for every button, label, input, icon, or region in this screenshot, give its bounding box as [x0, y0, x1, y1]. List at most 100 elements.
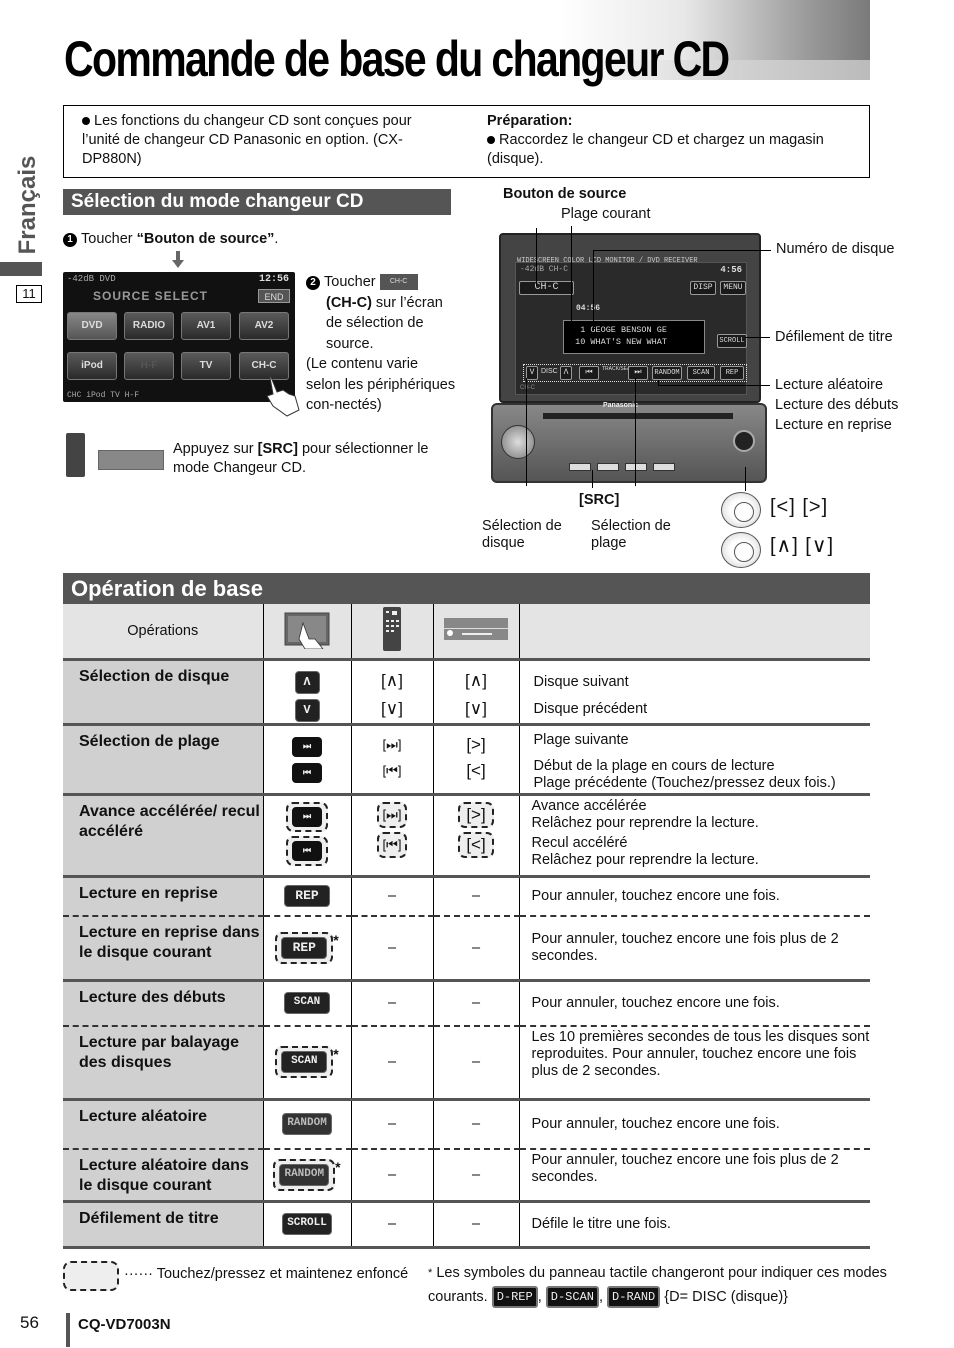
random-touch-icon: RANDOM: [279, 1163, 330, 1186]
device-menu-button[interactable]: MENU: [720, 281, 746, 295]
device-status: -42dB CH-C: [520, 265, 569, 274]
preparation-text: Raccordez le changeur CD et chargez un m…: [487, 132, 824, 167]
track-next-button[interactable]: ⏭: [628, 366, 648, 380]
leader-line: [745, 337, 770, 338]
bullet-icon: [487, 136, 495, 145]
src-hardware-button[interactable]: [569, 463, 591, 471]
hardware-button[interactable]: [625, 463, 647, 471]
header-remote: [350, 604, 433, 659]
screen-clock: 12:56: [258, 274, 289, 285]
scroll-touch-icon: SCROLL: [282, 1213, 332, 1235]
section-heading-mode: Sélection du mode changeur CD: [63, 189, 451, 215]
section-heading-operations: Opération de base: [63, 573, 870, 604]
header-head-unit: [432, 604, 519, 659]
screen-footer: CHC iPod TV H-F: [67, 391, 140, 400]
chc-button-icon: CH-C: [379, 274, 418, 291]
source-button-av2[interactable]: AV2: [239, 312, 289, 340]
table-row: Lecture des débuts SCAN – – Pour annuler…: [63, 978, 870, 1026]
leader-line: [592, 470, 593, 488]
knob-up-down: [∧] [∨]: [770, 535, 835, 557]
device-elapsed: 04:56: [576, 304, 601, 313]
down-arrow-icon: [172, 251, 184, 268]
rotary-knob-icon: [721, 532, 761, 568]
label-source-button: Bouton de source: [503, 186, 627, 202]
label-track-select: Sélection de plage: [591, 518, 671, 551]
scan-touch-icon: SCAN: [284, 992, 330, 1015]
device-screen: -42dB CH-C 4:56 CH-C DISP MENU 04:56 1 G…: [515, 262, 747, 395]
table-row: Défilement de titre SCROLL – – Défile le…: [63, 1199, 870, 1249]
rep-touch-icon: REP: [284, 885, 330, 908]
disc-slot: [543, 413, 733, 419]
volume-knob[interactable]: [501, 425, 535, 459]
disc-up-button[interactable]: Λ: [560, 366, 572, 380]
src-instruction: Appuyez sur [SRC] pour sélectionner le m…: [173, 441, 429, 476]
source-button-radio[interactable]: RADIO: [124, 312, 174, 340]
knob-left-right: [<] [>]: [770, 496, 829, 518]
table-row: Avance accélérée/ recul accéléré ⏭ ⏮ [⏭][…: [63, 792, 870, 876]
hardware-button[interactable]: [597, 463, 619, 471]
step-2-note: (Le contenu varie selon les périphérique…: [306, 356, 456, 413]
random-touch-icon: RANDOM: [282, 1113, 332, 1136]
track-prev-button[interactable]: ⏮: [579, 366, 599, 380]
random-button[interactable]: RANDOM: [652, 366, 682, 380]
step-number: 2: [306, 276, 320, 290]
rewind-touch-icon: ⏮: [292, 840, 322, 861]
d-rand-icon: D-RAND: [607, 1286, 661, 1309]
header-description: [518, 604, 870, 659]
source-button-av1[interactable]: AV1: [181, 312, 231, 340]
enter-knob[interactable]: [733, 430, 755, 452]
remote-control-icon: [66, 433, 85, 477]
disc-label: DISC: [541, 368, 558, 375]
model-bar: [66, 1313, 70, 1347]
hardware-button[interactable]: [653, 463, 675, 471]
intro-box: Les fonctions du changeur CD sont conçue…: [63, 105, 870, 178]
scan-button[interactable]: SCAN: [687, 366, 715, 380]
hold-legend-text: ······ Touchez/pressez et maintenez enfo…: [124, 1266, 409, 1282]
source-select-screen: -42dB DVD 12:56 SOURCE SELECT END DVD RA…: [63, 272, 300, 417]
leader-line: [593, 250, 594, 330]
d-scan-icon: D-SCAN: [545, 1286, 599, 1309]
label-title-scroll: Défilement de titre: [775, 329, 893, 345]
rep-touch-icon: REP: [281, 936, 328, 959]
device-disp-button[interactable]: DISP: [690, 281, 716, 295]
source-button-dvd[interactable]: DVD: [67, 312, 117, 340]
language-tab: Français: [14, 155, 41, 255]
touch-panel-icon: [284, 612, 330, 650]
label-disc-select: Sélection de disque: [482, 518, 562, 551]
rep-button[interactable]: REP: [720, 366, 744, 380]
bullet-icon: [82, 117, 90, 126]
screen-header: SOURCE SELECT: [93, 289, 209, 303]
step-1: 1 Toucher “Bouton de source”.: [63, 231, 278, 247]
head-unit-icon: [98, 450, 164, 470]
head-unit-icon: [444, 617, 508, 640]
table-row: Sélection de disque ΛV [∧] [∨] [∧] [∨] Dis…: [63, 657, 870, 724]
source-button-tv[interactable]: TV: [181, 352, 231, 380]
leader-line: [635, 378, 636, 486]
brand-logo: Panasonic: [603, 402, 639, 409]
intro-note: Les fonctions du changeur CD sont conçue…: [82, 113, 412, 167]
hold-legend-box: [63, 1261, 119, 1291]
table-row: Sélection de plage ⏭ ⏮ [⏭] [⏮] [>] [<] Plag…: [63, 722, 870, 794]
scan-touch-icon: SCAN: [281, 1051, 328, 1074]
device-source-button[interactable]: CH-C: [519, 281, 574, 295]
device-clock: 4:56: [720, 265, 742, 275]
header-touch: [262, 604, 351, 659]
label-repeat: Lecture en reprise: [775, 417, 892, 433]
end-button[interactable]: END: [258, 289, 290, 303]
table-row: Lecture en reprise REP – – Pour annuler,…: [63, 874, 870, 916]
label-random: Lecture aléatoire: [775, 377, 884, 393]
device-scroll-button[interactable]: SCROLL: [717, 334, 747, 348]
source-button-hf[interactable]: H-F: [124, 352, 174, 380]
leader-line: [526, 378, 527, 486]
remote-control-icon: [383, 606, 401, 651]
source-button-ipod[interactable]: iPod: [67, 352, 117, 380]
disc-down-button[interactable]: V: [526, 366, 538, 380]
fast-forward-touch-icon: ⏭: [292, 806, 322, 827]
page-number: 56: [20, 1313, 39, 1332]
d-rep-icon: D-REP: [491, 1286, 538, 1309]
language-tab-bar: [0, 262, 42, 276]
rotary-knob-icon: [721, 492, 761, 528]
section-number: 11: [16, 285, 42, 303]
screen-status: -42dB DVD: [67, 274, 116, 284]
label-current-track: Plage courant: [561, 206, 651, 222]
